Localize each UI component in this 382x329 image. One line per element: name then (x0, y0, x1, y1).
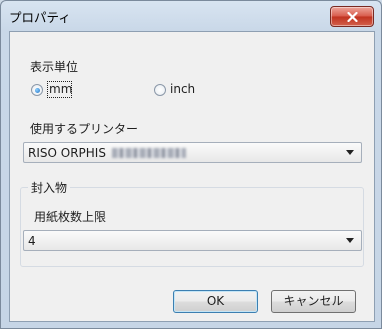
redacted-model-text (111, 148, 186, 158)
unit-mm-label[interactable]: mm (49, 82, 72, 96)
ok-button[interactable]: OK (173, 290, 258, 313)
dialog-title: プロパティ (9, 10, 71, 25)
enclosure-group-title: 封入物 (28, 179, 71, 196)
paper-limit-select[interactable]: 4 (23, 230, 362, 251)
enclosure-group (20, 187, 364, 267)
title-bar[interactable]: プロパティ (1, 1, 381, 31)
close-icon (346, 11, 358, 22)
unit-inch-label[interactable]: inch (170, 82, 195, 96)
properties-dialog: プロパティ 表示単位 mm inch 使用するプリンター RISO ORPHIS… (0, 0, 382, 329)
close-button[interactable] (330, 6, 374, 27)
unit-inch-radio[interactable] (154, 84, 166, 96)
paper-limit-value: 4 (28, 234, 36, 248)
units-label: 表示単位 (30, 60, 79, 74)
printer-select[interactable]: RISO ORPHIS (23, 142, 362, 163)
cancel-button[interactable]: キャンセル (271, 290, 356, 313)
paper-limit-label: 用紙枚数上限 (34, 210, 107, 224)
unit-mm-radio[interactable] (31, 84, 43, 96)
chevron-down-icon (346, 150, 354, 155)
chevron-down-icon (346, 238, 354, 243)
printer-label: 使用するプリンター (30, 122, 139, 136)
printer-select-value: RISO ORPHIS (28, 146, 186, 160)
dialog-content: 表示単位 mm inch 使用するプリンター RISO ORPHIS 封入物 用… (9, 31, 375, 322)
